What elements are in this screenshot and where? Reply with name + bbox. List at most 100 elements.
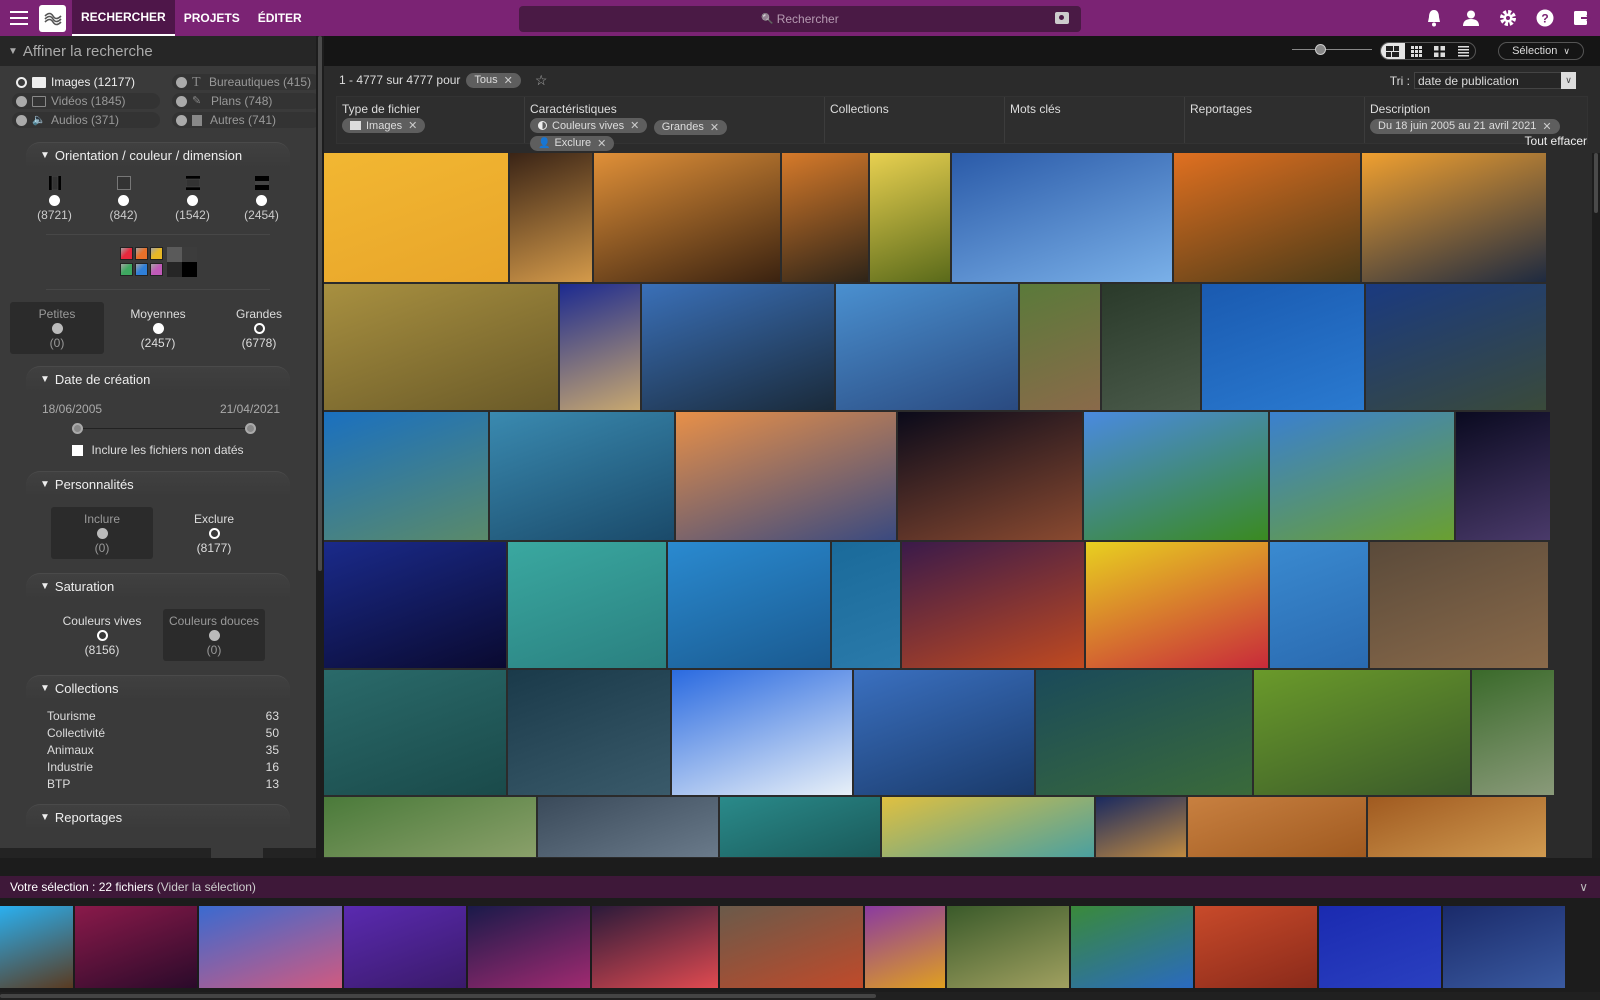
filter-chip-images[interactable]: Images ✕ [342, 118, 426, 133]
image-thumbnail-swimmer-underwater[interactable] [1202, 284, 1364, 410]
date-header[interactable]: ▼ Date de création [26, 366, 290, 392]
camera-icon[interactable] [1055, 12, 1069, 24]
chevron-down-icon[interactable]: ∨ [1579, 880, 1588, 894]
image-thumbnail-eiffel-tower[interactable] [1096, 797, 1186, 857]
image-thumbnail-desert-dunes[interactable] [1188, 797, 1366, 857]
tab-compass[interactable] [158, 848, 211, 858]
left-panel-scrollbar[interactable] [316, 36, 324, 858]
image-thumbnail-ocean-aerial[interactable] [324, 670, 506, 795]
personalities-header[interactable]: ▼ Personnalités [26, 471, 290, 497]
image-thumbnail-cheetah[interactable] [324, 284, 558, 410]
view-small-grid[interactable] [1405, 43, 1429, 59]
color-swatch[interactable] [119, 263, 133, 276]
selected-thumbnail-paint-tubes[interactable] [720, 906, 863, 988]
user-icon[interactable] [1461, 8, 1481, 28]
filetype-plans[interactable]: ✎ Plans (748) [172, 93, 316, 109]
image-thumbnail-green-hills[interactable] [1084, 412, 1268, 540]
close-icon[interactable]: ✕ [597, 137, 606, 150]
include-undated-checkbox[interactable]: Inclure les fichiers non datés [0, 443, 316, 457]
close-icon[interactable]: ✕ [1542, 120, 1551, 133]
image-thumbnail-cassette-yellow-red[interactable] [1086, 542, 1268, 668]
image-thumbnail-monk-temple[interactable] [1370, 542, 1548, 668]
saturation-douces[interactable]: Couleurs douces (0) [163, 609, 265, 661]
close-icon[interactable]: ✕ [408, 119, 417, 132]
scrollbar-thumb[interactable] [1594, 153, 1598, 213]
collection-item[interactable]: Collectivité 50 [47, 726, 279, 743]
view-list[interactable] [1452, 43, 1476, 59]
image-thumbnail-path-forest[interactable] [1472, 670, 1554, 795]
orientation-landscape[interactable]: (1542) [163, 176, 223, 222]
image-thumbnail-bridge[interactable] [836, 284, 1018, 410]
clear-all-link[interactable]: Tout effacer [1525, 134, 1587, 148]
selected-thumbnail-neon-pink[interactable] [75, 906, 197, 988]
collections-header[interactable]: ▼ Collections [26, 675, 290, 701]
size-grandes[interactable]: Grandes (6778) [212, 302, 306, 354]
view-mosaic[interactable] [1381, 43, 1405, 59]
grey-swatch[interactable] [181, 247, 197, 262]
image-thumbnail-canyon[interactable] [1368, 797, 1546, 857]
selected-thumbnail-woman-portrait-blue[interactable] [0, 906, 73, 988]
personalities-exclure[interactable]: Exclure (8177) [163, 507, 265, 559]
color-swatch[interactable] [149, 263, 163, 276]
image-thumbnail-diver-fish[interactable] [490, 412, 674, 540]
image-thumbnail-louvre-pyramid[interactable] [642, 284, 834, 410]
selected-thumbnail-roof-tiles[interactable] [1195, 906, 1317, 988]
image-thumbnail-pool-aerial[interactable] [832, 542, 900, 668]
collection-item[interactable]: Tourisme 63 [47, 709, 279, 726]
image-thumbnail-underwater-teal[interactable] [720, 797, 880, 857]
image-thumbnail-blue-sky-clouds[interactable] [952, 153, 1172, 282]
image-thumbnail-coast-aerial[interactable] [1254, 670, 1470, 795]
image-thumbnail-kitesurfer[interactable] [672, 670, 852, 795]
image-thumbnail-suitcase-yellow[interactable] [324, 153, 508, 282]
selected-thumbnail-kids-field[interactable] [947, 906, 1069, 988]
sort-select[interactable]: date de publication ∨ [1414, 72, 1576, 89]
image-thumbnail-rock-sea[interactable] [854, 670, 1034, 795]
close-icon[interactable]: ✕ [630, 119, 639, 132]
image-thumbnail-swimmer-pool[interactable] [668, 542, 830, 668]
orientation-panorama[interactable]: (2454) [232, 176, 292, 222]
selected-thumbnail-neon-hand[interactable] [468, 906, 590, 988]
image-thumbnail-city-night[interactable] [898, 412, 1082, 540]
orientation-header[interactable]: ▼ Orientation / couleur / dimension [26, 142, 290, 168]
orientation-square[interactable]: (842) [94, 176, 154, 222]
scrollbar-thumb[interactable] [0, 994, 876, 998]
app-logo[interactable] [39, 4, 66, 32]
nav-tab-rechercher[interactable]: RECHERCHER [72, 0, 175, 36]
image-thumbnail-guitar-neon[interactable] [902, 542, 1084, 668]
menu-button[interactable] [0, 0, 38, 36]
selected-thumbnail-woman-glasses[interactable] [199, 906, 342, 988]
filetype-autres[interactable]: Autres (741) [172, 112, 316, 128]
image-thumbnail-boats-aerial[interactable] [508, 542, 666, 668]
date-range-slider[interactable] [72, 423, 256, 435]
selected-thumbnail-neon-shapes[interactable] [344, 906, 466, 988]
filetype-bureautiques[interactable]: T Bureautiques (415) [172, 74, 316, 90]
image-thumbnail-lake-sunset[interactable] [676, 412, 896, 540]
size-petites[interactable]: Petites (0) [10, 302, 104, 354]
logout-icon[interactable] [1572, 8, 1592, 28]
image-thumbnail-fish[interactable] [324, 412, 488, 540]
filter-chip-couleurs-vives[interactable]: Couleurs vives ✕ [530, 118, 648, 133]
image-thumbnail-waterfall-sunset[interactable] [782, 153, 868, 282]
saturation-header[interactable]: ▼ Saturation [26, 573, 290, 599]
image-thumbnail-pyramids[interactable] [560, 284, 640, 410]
bell-icon[interactable] [1424, 8, 1444, 28]
image-thumbnail-mountain-lake[interactable] [538, 797, 718, 857]
selected-thumbnail-guitarist-concert[interactable] [1443, 906, 1565, 988]
tab-list[interactable] [0, 848, 53, 858]
thumbnail-size-slider[interactable] [1292, 44, 1372, 55]
selected-thumbnail-recycling-bins[interactable] [1071, 906, 1193, 988]
slider-handle-end[interactable] [245, 423, 256, 434]
selected-thumbnail-face-painted[interactable] [865, 906, 945, 988]
scrollbar-thumb[interactable] [318, 36, 322, 571]
selection-scrollbar[interactable] [0, 992, 1600, 1000]
clear-selection-link[interactable]: (Vider la sélection) [157, 880, 256, 894]
nav-tab-editer[interactable]: ÉDITER [249, 0, 311, 36]
query-chip[interactable]: Tous ✕ [466, 72, 521, 88]
tab-person[interactable] [105, 848, 158, 858]
orientation-portrait[interactable]: (8721) [25, 176, 85, 222]
image-thumbnail-hand-cassette[interactable] [1270, 542, 1368, 668]
grey-swatch[interactable] [166, 247, 182, 262]
filetype-images[interactable]: Images (12177) [12, 74, 160, 90]
tab-document[interactable] [53, 848, 106, 858]
nav-tab-projets[interactable]: PROJETS [175, 0, 249, 36]
